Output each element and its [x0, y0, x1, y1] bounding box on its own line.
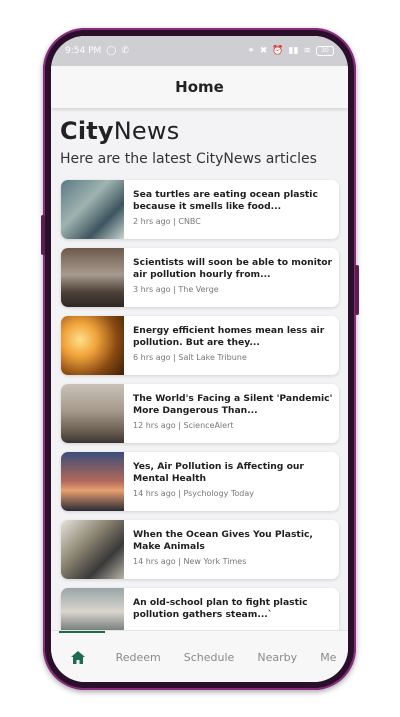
signal-icon: ▮▮	[288, 45, 299, 56]
article-feed[interactable]: CityNews Here are the latest CityNews ar…	[51, 110, 348, 630]
nav-redeem[interactable]: Redeem	[116, 651, 161, 664]
phone-icon: ✆	[121, 45, 129, 56]
silent-icon: ✖	[259, 45, 268, 56]
article-meta: 14 hrs ago | New York Times	[133, 557, 247, 566]
headphones-icon: ⚭	[247, 45, 255, 56]
article-thumbnail	[61, 248, 124, 307]
nav-active-indicator	[59, 631, 105, 633]
chat-icon: ◯	[106, 45, 117, 56]
article-card[interactable]: The World's Facing a Silent 'Pandemic' M…	[61, 384, 339, 443]
feed-subtitle: Here are the latest CityNews articles	[60, 151, 317, 167]
bottom-nav: Redeem Schedule Nearby Me	[51, 630, 348, 682]
article-card[interactable]: Sea turtles are eating ocean plastic bec…	[61, 180, 339, 239]
article-card[interactable]: An old-school plan to fight plastic poll…	[61, 588, 339, 630]
home-icon	[70, 650, 85, 664]
article-headline: Energy efficient homes mean less air pol…	[133, 325, 325, 348]
alarm-icon: ⏰	[272, 45, 284, 56]
brand-news: News	[113, 117, 180, 145]
article-meta: 6 hrs ago | Salt Lake Tribune	[133, 353, 247, 362]
article-thumbnail	[61, 384, 124, 443]
article-thumbnail	[61, 180, 124, 239]
article-thumbnail	[61, 452, 124, 511]
brand-city: City	[60, 117, 114, 145]
article-headline: Yes, Air Pollution is Affecting our Ment…	[133, 461, 304, 484]
article-card[interactable]: Scientists will soon be able to monitor …	[61, 248, 339, 307]
article-list: Sea turtles are eating ocean plastic bec…	[61, 180, 339, 630]
article-headline: The World's Facing a Silent 'Pandemic' M…	[133, 393, 333, 416]
app-header: Home	[51, 66, 348, 108]
page-title: Home	[175, 78, 224, 96]
article-thumbnail	[61, 316, 124, 375]
app-screen: 9:54 PM ◯ ✆ ⚭ ✖ ⏰ ▮▮ ≋ 30 Home CityNews …	[51, 36, 348, 682]
article-meta: 3 hrs ago | The Verge	[133, 285, 219, 294]
status-bar: 9:54 PM ◯ ✆ ⚭ ✖ ⏰ ▮▮ ≋ 30	[51, 36, 348, 66]
power-button	[355, 265, 359, 315]
status-time: 9:54 PM	[65, 46, 102, 56]
nav-home[interactable]	[63, 642, 93, 672]
article-headline: Scientists will soon be able to monitor …	[133, 257, 333, 280]
nav-schedule[interactable]: Schedule	[184, 651, 235, 664]
volume-button	[41, 215, 45, 255]
article-meta: 2 hrs ago | CNBC	[133, 217, 201, 226]
article-meta: 14 hrs ago | Psychology Today	[133, 489, 255, 498]
wifi-icon: ≋	[303, 45, 311, 56]
nav-me[interactable]: Me	[320, 651, 336, 664]
article-card[interactable]: Energy efficient homes mean less air pol…	[61, 316, 339, 375]
nav-nearby[interactable]: Nearby	[257, 651, 297, 664]
battery-icon: 30	[316, 46, 334, 56]
article-card[interactable]: Yes, Air Pollution is Affecting our Ment…	[61, 452, 339, 511]
article-headline: When the Ocean Gives You Plastic, Make A…	[133, 529, 313, 552]
article-thumbnail	[61, 588, 124, 630]
article-headline: Sea turtles are eating ocean plastic bec…	[133, 189, 318, 212]
article-headline: An old-school plan to fight plastic poll…	[133, 597, 308, 620]
brand-logo: CityNews	[60, 117, 179, 145]
article-meta: 12 hrs ago | ScienceAlert	[133, 421, 234, 430]
article-card[interactable]: When the Ocean Gives You Plastic, Make A…	[61, 520, 339, 579]
article-thumbnail	[61, 520, 124, 579]
